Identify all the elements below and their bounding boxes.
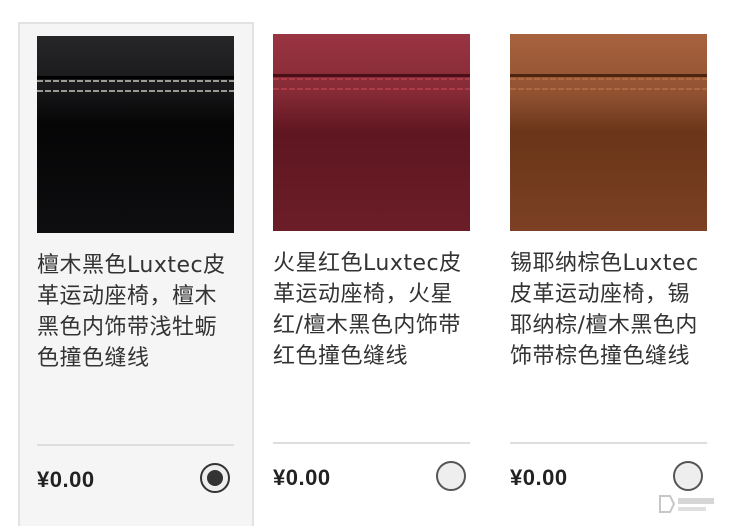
seat-option-card-siena-brown[interactable]: 锡耶纳棕色Luxtec皮革运动座椅，锡耶纳棕/檀木黑色内饰带棕色撞色缝线 ¥0.… bbox=[493, 22, 729, 526]
option-name: 檀木黑色Luxtec皮革运动座椅，檀木黑色内饰带浅牡蛎色撞色缝线 bbox=[37, 253, 226, 371]
ebony-swatch-image bbox=[37, 36, 234, 233]
option-name: 锡耶纳棕色Luxtec皮革运动座椅，锡耶纳棕/檀木黑色内饰带棕色撞色缝线 bbox=[510, 251, 699, 369]
option-price: ¥0.00 bbox=[273, 465, 331, 490]
divider bbox=[510, 442, 707, 444]
divider bbox=[273, 442, 470, 444]
seat-option-card-mars-red[interactable]: 火星红色Luxtec皮革运动座椅，火星红/檀木黑色内饰带红色撞色缝线 ¥0.00 bbox=[256, 22, 492, 526]
leather-swatch-mars-red bbox=[273, 34, 470, 231]
select-radio-siena-brown[interactable] bbox=[673, 461, 703, 491]
mars-red-swatch-image bbox=[273, 34, 470, 231]
select-radio-mars-red[interactable] bbox=[436, 461, 466, 491]
siena-brown-swatch-image bbox=[510, 34, 707, 231]
divider bbox=[37, 444, 234, 446]
leather-swatch-ebony bbox=[37, 36, 234, 233]
leather-swatch-siena-brown bbox=[510, 34, 707, 231]
option-name: 火星红色Luxtec皮革运动座椅，火星红/檀木黑色内饰带红色撞色缝线 bbox=[273, 251, 462, 369]
watermark-logo bbox=[659, 495, 714, 513]
seat-options-page: 檀木黑色Luxtec皮革运动座椅，檀木黑色内饰带浅牡蛎色撞色缝线 ¥0.00 火… bbox=[0, 0, 730, 526]
option-price: ¥0.00 bbox=[510, 465, 568, 490]
select-radio-ebony[interactable] bbox=[200, 463, 230, 493]
seat-option-card-ebony[interactable]: 檀木黑色Luxtec皮革运动座椅，檀木黑色内饰带浅牡蛎色撞色缝线 ¥0.00 bbox=[18, 22, 254, 526]
option-price: ¥0.00 bbox=[37, 467, 95, 492]
